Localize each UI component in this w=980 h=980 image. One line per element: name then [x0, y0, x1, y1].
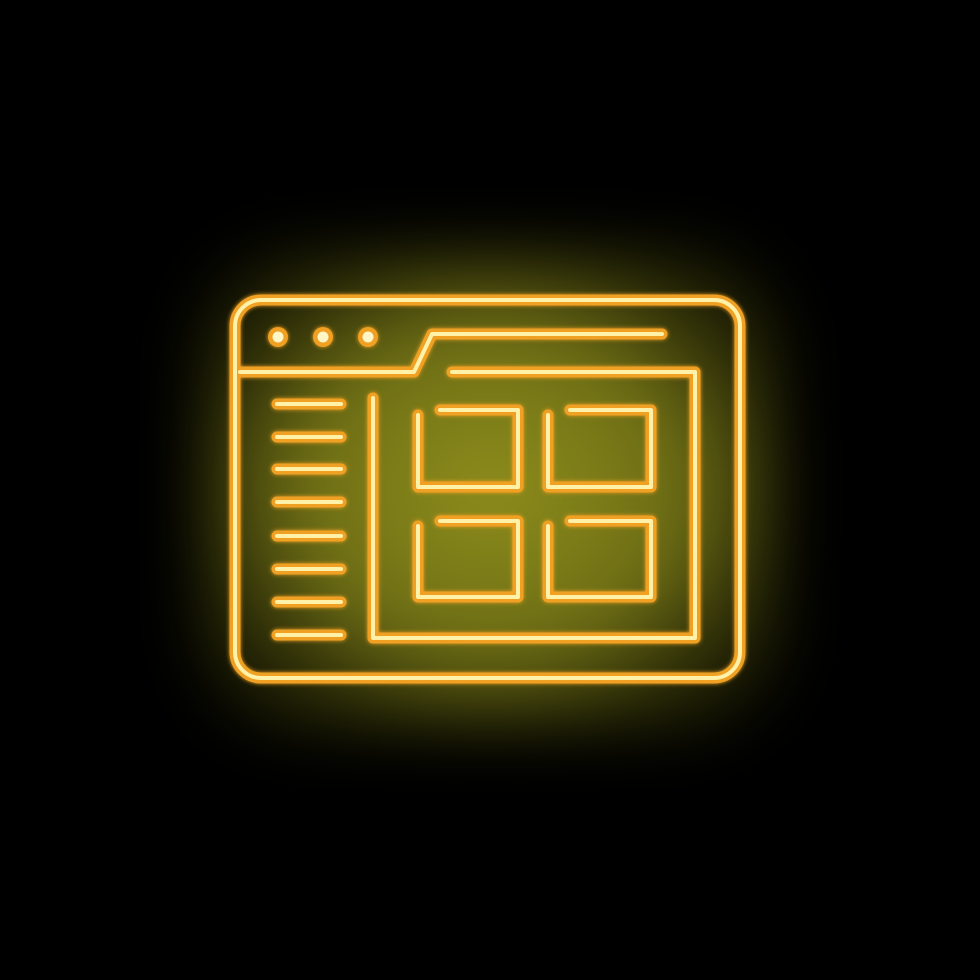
- window-control-dots: [268, 327, 378, 347]
- neon-icon-scene: [0, 0, 980, 980]
- neon-stroke-inner: [233, 298, 742, 680]
- browser-window-grid-icon: [0, 0, 980, 980]
